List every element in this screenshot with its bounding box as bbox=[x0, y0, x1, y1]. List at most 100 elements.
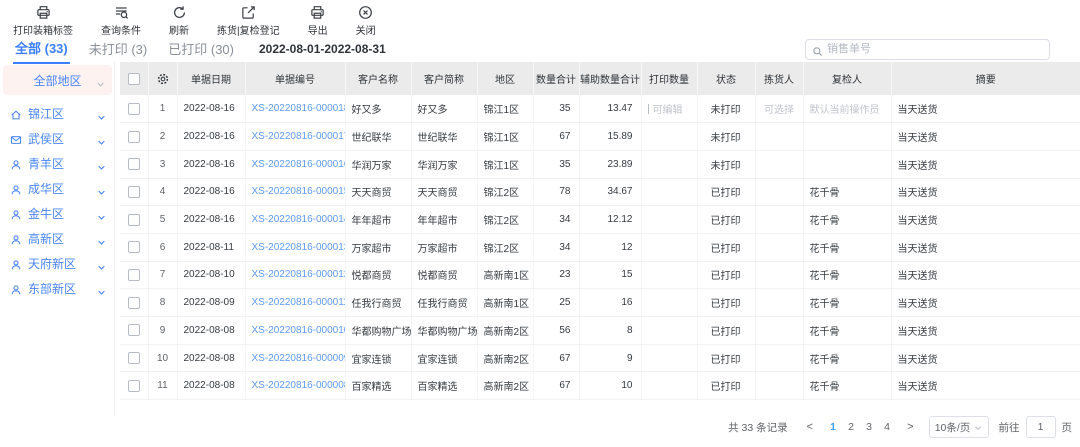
tab-all[interactable]: 全部 (33) bbox=[13, 35, 70, 64]
region: 锦江2区 bbox=[477, 233, 533, 261]
select-all-checkbox[interactable] bbox=[128, 73, 140, 85]
row-checkbox[interactable] bbox=[128, 103, 140, 115]
qty-total: 34 bbox=[533, 206, 579, 234]
chevron-down-icon bbox=[97, 234, 106, 243]
sidebar-item-region-3[interactable]: 青羊区 bbox=[0, 151, 114, 176]
sidebar-item-region-5[interactable]: 金牛区 bbox=[0, 201, 114, 226]
doc-number-link[interactable]: XS-20220816-000012 bbox=[252, 269, 346, 280]
tab-unprinted[interactable]: 未打印 (3) bbox=[87, 36, 150, 63]
doc-number-link[interactable]: XS-20220816-000009 bbox=[252, 353, 346, 364]
qty-total: 67 bbox=[533, 344, 579, 372]
status: 已打印 bbox=[697, 344, 755, 372]
page-number-button-4[interactable]: 4 bbox=[878, 419, 896, 435]
toolbar-button-6[interactable]: 关闭 bbox=[347, 5, 385, 37]
chevron-down-icon bbox=[97, 109, 106, 118]
date-range-filter[interactable]: 2022-08-01-2022-08-31 bbox=[259, 42, 386, 56]
aux-qty-total: 10 bbox=[579, 372, 641, 400]
doc-number-link[interactable]: XS-20220816-000008 bbox=[252, 380, 346, 391]
toolbar-button-4[interactable]: 拣货|复检登记 bbox=[208, 5, 289, 37]
toolbar-button-2[interactable]: 查询条件 bbox=[92, 5, 150, 37]
customer-short-name: 任我行商贸 bbox=[411, 289, 477, 317]
column-header: 拣货人 bbox=[755, 62, 803, 95]
page-number-button-3[interactable]: 3 bbox=[860, 419, 878, 435]
doc-number-link[interactable]: XS-20220816-000018 bbox=[252, 103, 346, 114]
aux-qty-total: 8 bbox=[579, 317, 641, 345]
region: 锦江1区 bbox=[477, 95, 533, 123]
row-checkbox[interactable] bbox=[128, 241, 140, 253]
doc-number-link[interactable]: XS-20220816-000017 bbox=[252, 131, 346, 142]
toolbar-button-1[interactable]: 打印装箱标签 bbox=[4, 5, 82, 37]
region: 锦江1区 bbox=[477, 123, 533, 151]
search-input[interactable] bbox=[827, 43, 1043, 55]
doc-number-link[interactable]: XS-20220816-000014 bbox=[252, 214, 346, 225]
column-header: 客户名称 bbox=[345, 62, 411, 95]
rechecker-value: 默认当前操作员 bbox=[810, 105, 880, 116]
region: 高新南1区 bbox=[477, 289, 533, 317]
rechecker-value: 花千骨 bbox=[810, 271, 840, 282]
sidebar-item-region-8[interactable]: 东部新区 bbox=[0, 276, 114, 301]
summary: 当天送货 bbox=[891, 233, 1080, 261]
row-checkbox[interactable] bbox=[128, 269, 140, 281]
print-qty-cell bbox=[641, 206, 697, 234]
picker-cell[interactable]: 可选择 bbox=[755, 95, 803, 123]
row-checkbox[interactable] bbox=[128, 352, 140, 364]
next-page-button[interactable]: > bbox=[902, 421, 918, 433]
toolbar-button-5[interactable]: 导出 bbox=[299, 5, 337, 37]
doc-number-link[interactable]: XS-20220816-000016 bbox=[252, 159, 346, 170]
summary: 当天送货 bbox=[891, 95, 1080, 123]
row-number: 1 bbox=[148, 95, 177, 123]
goto-page-input[interactable] bbox=[1026, 416, 1056, 438]
print-qty-cell bbox=[641, 289, 697, 317]
rechecker-cell[interactable]: 默认当前操作员 bbox=[803, 95, 891, 123]
summary: 当天送货 bbox=[891, 123, 1080, 151]
doc-number-link[interactable]: XS-20220816-000011 bbox=[252, 297, 346, 308]
prev-page-button[interactable]: < bbox=[802, 421, 818, 433]
picker-cell bbox=[755, 206, 803, 234]
toolbar-button-3[interactable]: 刷新 bbox=[160, 5, 198, 37]
doc-number-link[interactable]: XS-20220816-000015 bbox=[252, 186, 346, 197]
orders-table: 单据日期单据编号客户名称客户简称地区数量合计辅助数量合计打印数量状态拣货人复检人… bbox=[120, 62, 1080, 416]
doc-date: 2022-08-16 bbox=[177, 95, 245, 123]
customer-name: 百家精选 bbox=[345, 372, 411, 400]
row-checkbox[interactable] bbox=[128, 324, 140, 336]
search-box[interactable] bbox=[805, 39, 1050, 60]
row-number: 9 bbox=[148, 317, 177, 345]
picker-cell bbox=[755, 344, 803, 372]
print-qty-cell[interactable]: 可编辑 bbox=[641, 95, 697, 123]
row-checkbox[interactable] bbox=[128, 186, 140, 198]
region-select-dropdown[interactable]: 全部地区 bbox=[3, 65, 112, 95]
row-checkbox[interactable] bbox=[128, 131, 140, 143]
region: 锦江2区 bbox=[477, 206, 533, 234]
page-number-button-1[interactable]: 1 bbox=[824, 419, 842, 435]
page-number-button-2[interactable]: 2 bbox=[842, 419, 860, 435]
doc-date: 2022-08-10 bbox=[177, 261, 245, 289]
summary: 当天送货 bbox=[891, 150, 1080, 178]
row-checkbox[interactable] bbox=[128, 214, 140, 226]
print-qty-cell bbox=[641, 344, 697, 372]
sidebar-item-region-1[interactable]: 锦江区 bbox=[0, 101, 114, 126]
doc-number-link[interactable]: XS-20220816-000010 bbox=[252, 325, 346, 336]
doc-number-link[interactable]: XS-20220816-000013 bbox=[252, 242, 346, 253]
table-row: 22022-08-16XS-20220816-000017世纪联华世纪联华锦江1… bbox=[120, 123, 1080, 151]
tab-printed[interactable]: 已打印 (30) bbox=[166, 36, 236, 63]
row-checkbox[interactable] bbox=[128, 380, 140, 392]
user-icon bbox=[10, 233, 22, 245]
print-qty-cell bbox=[641, 178, 697, 206]
qty-total: 78 bbox=[533, 178, 579, 206]
sidebar-item-label: 武侯区 bbox=[28, 130, 64, 147]
row-checkbox[interactable] bbox=[128, 158, 140, 170]
row-number: 11 bbox=[148, 372, 177, 400]
status: 已打印 bbox=[697, 289, 755, 317]
column-settings-gear-icon[interactable] bbox=[156, 72, 170, 86]
sidebar-item-region-6[interactable]: 高新区 bbox=[0, 226, 114, 251]
chevron-down-icon bbox=[97, 209, 106, 218]
customer-name: 宜家连锁 bbox=[345, 344, 411, 372]
customer-name: 华都购物广场 bbox=[345, 317, 411, 345]
picker-cell bbox=[755, 289, 803, 317]
sidebar-item-region-7[interactable]: 天府新区 bbox=[0, 251, 114, 276]
column-header: 打印数量 bbox=[641, 62, 697, 95]
sidebar-item-region-4[interactable]: 成华区 bbox=[0, 176, 114, 201]
sidebar-item-region-2[interactable]: 武侯区 bbox=[0, 126, 114, 151]
row-checkbox[interactable] bbox=[128, 297, 140, 309]
page-size-select[interactable]: 10条/页 bbox=[929, 416, 989, 438]
